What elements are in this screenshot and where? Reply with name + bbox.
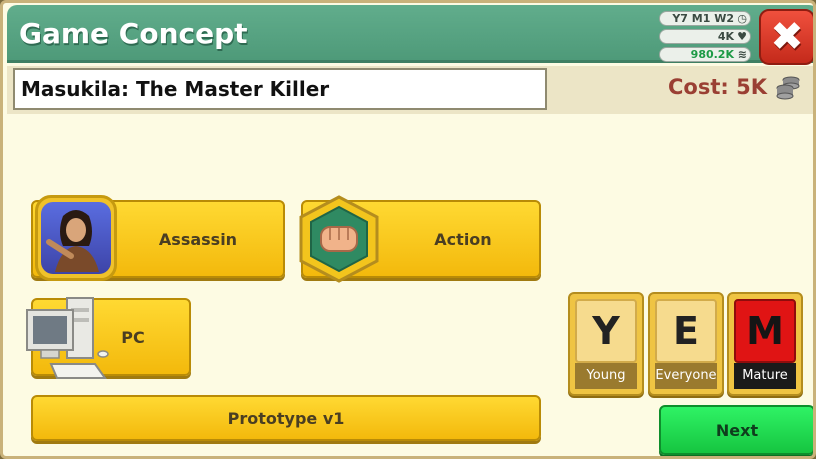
window-header: Game Concept Y7 M1 W2 ◷ 4K ♥ 980.2K ≋ ✖ — [7, 5, 813, 65]
name-row: Cost: 5K — [7, 66, 813, 114]
next-label: Next — [715, 420, 759, 440]
fist-icon — [299, 195, 379, 283]
date-stat: Y7 M1 W2 ◷ — [659, 11, 751, 26]
next-button[interactable]: Next — [659, 405, 813, 455]
age-rating-letter: M — [734, 299, 796, 363]
page-title: Game Concept — [19, 17, 248, 50]
game-name-input[interactable] — [13, 68, 547, 110]
genre-label: Action — [434, 229, 492, 249]
age-rating-label: Mature — [734, 363, 796, 389]
clock-icon: ◷ — [737, 12, 747, 25]
cost-label: Cost: 5K — [668, 75, 767, 99]
close-icon: ✖ — [770, 14, 804, 60]
heart-icon: ♥ — [737, 30, 747, 43]
fans-stat: 4K ♥ — [659, 29, 751, 44]
close-button[interactable]: ✖ — [759, 9, 813, 65]
age-rating-letter: Y — [575, 299, 637, 363]
assassin-portrait-icon — [35, 195, 117, 281]
date-value: Y7 M1 W2 — [672, 12, 734, 25]
version-label: Prototype v1 — [227, 408, 345, 428]
topic-label: Assassin — [158, 229, 238, 249]
pc-computer-icon — [26, 297, 109, 379]
game-concept-window: Game Concept Y7 M1 W2 ◷ 4K ♥ 980.2K ≋ ✖ … — [0, 0, 816, 459]
money-stat: 980.2K ≋ — [659, 47, 751, 62]
coins-icon: ≋ — [737, 48, 747, 61]
age-rating-letter: E — [655, 299, 717, 363]
age-rating-young-button[interactable]: Y Young — [568, 292, 644, 396]
age-rating-label: Young — [575, 363, 637, 389]
age-rating-mature-button[interactable]: M Mature — [727, 292, 803, 396]
version-button[interactable]: Prototype v1 — [31, 395, 541, 441]
age-rating-label: Everyone — [655, 363, 717, 389]
fans-value: 4K — [717, 30, 734, 43]
coin-stack-icon — [776, 76, 800, 100]
age-rating-everyone-button[interactable]: E Everyone — [648, 292, 724, 396]
money-value: 980.2K — [690, 48, 734, 61]
